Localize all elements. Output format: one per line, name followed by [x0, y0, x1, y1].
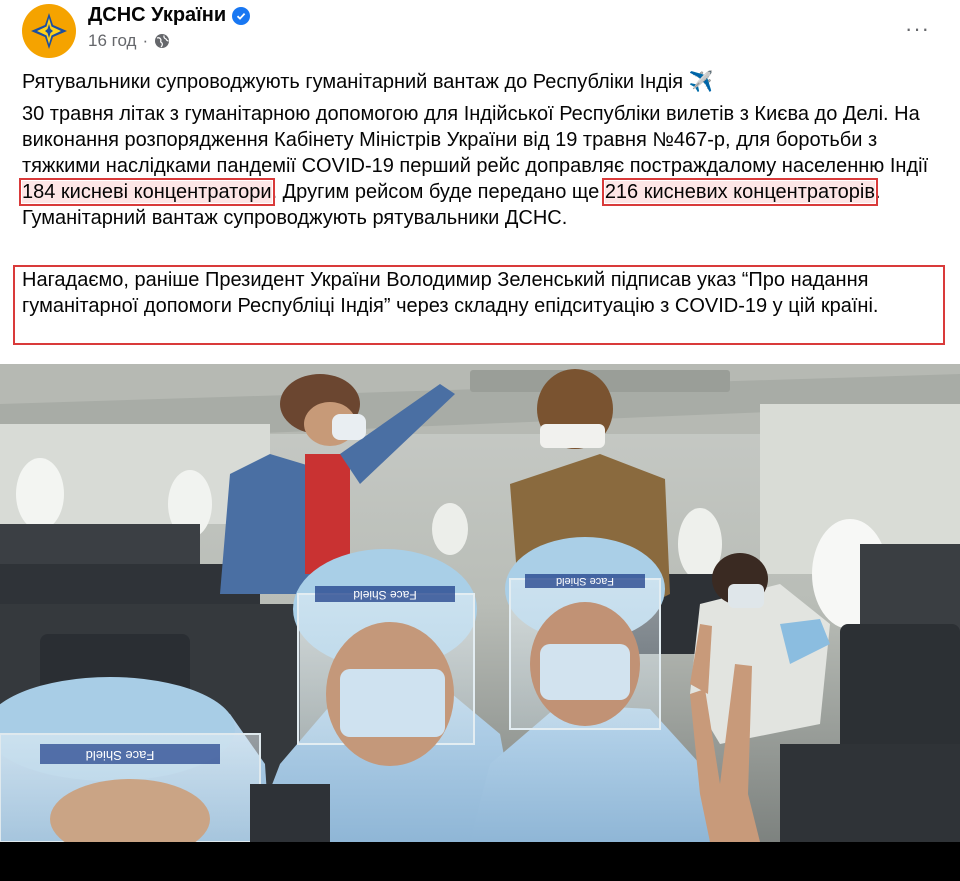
face-shield-label-1: Face Shield: [86, 748, 155, 763]
post-paragraph-2: Нагадаємо, раніше Президент України Воло…: [22, 267, 947, 319]
post-time[interactable]: 16 год: [88, 31, 136, 51]
paragraph-1-part-1: 30 травня літак з гуманітарною допомогою…: [22, 103, 929, 177]
more-options-button[interactable]: ···: [905, 16, 930, 42]
post-header: ДСНС України 16 год · ···: [0, 0, 960, 62]
globe-icon[interactable]: [154, 33, 170, 49]
page-avatar[interactable]: [22, 4, 76, 58]
post-paragraph-1: 30 травня літак з гуманітарною допомогою…: [19, 101, 947, 231]
face-shield-label-2: Face Shield: [353, 588, 416, 602]
face-shield-label-3: Face Shield: [556, 575, 614, 587]
paragraph-1-part-2: . Другим рейсом буде передано ще: [271, 181, 605, 203]
post-meta: 16 год ·: [88, 31, 170, 51]
post-title-text: Рятувальники супроводжують гуманітарний …: [22, 71, 714, 93]
dsns-emblem-icon: [28, 10, 70, 52]
post-body: 30 травня літак з гуманітарною допомогою…: [19, 101, 947, 231]
highlight-216-concentrators: 216 кисневих концентраторів: [601, 178, 878, 206]
paragraph-2-text: Нагадаємо, раніше Президент України Воло…: [22, 269, 879, 317]
post-photo[interactable]: Face Shield Face Shield Face Shield: [0, 364, 960, 842]
page-name-link[interactable]: ДСНС України: [88, 4, 251, 27]
post-title: Рятувальники супроводжують гуманітарний …: [22, 67, 942, 97]
meta-separator: ·: [142, 31, 149, 50]
airplane-cabin-photo: Face Shield Face Shield Face Shield: [0, 364, 960, 842]
page-name[interactable]: ДСНС України: [88, 4, 226, 27]
verified-badge-icon: [232, 6, 251, 25]
highlight-184-concentrators: 184 кисневі концентратори: [19, 178, 275, 206]
bottom-black-bar: [0, 842, 960, 881]
